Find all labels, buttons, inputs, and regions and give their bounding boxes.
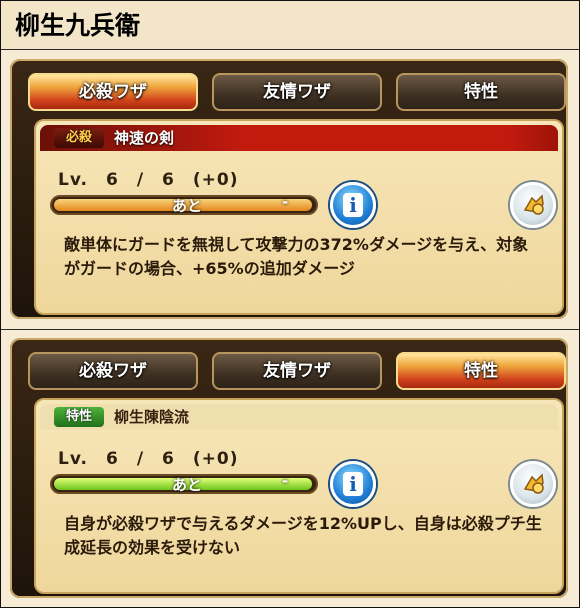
skill-header-bar: 特性 柳生陳陰流: [40, 404, 558, 430]
skill-name: 神速の剣: [114, 129, 175, 147]
skill-panel: 必殺ワザ 友情ワザ 特性 特性 柳生陳陰流 Lv. 6 / 6 (+0) あと …: [10, 338, 568, 598]
gauge-remaining-value: -: [282, 472, 289, 490]
level-text: Lv. 6 / 6 (+0): [58, 449, 239, 469]
skill-description: 自身が必殺ワザで与えるダメージを12%UPし、自身は必殺プチ生成延長の効果を受け…: [64, 514, 542, 557]
gauge-remaining-label: あと: [172, 476, 203, 494]
power-up-button[interactable]: [510, 461, 556, 507]
tab-special[interactable]: 必殺ワザ: [28, 352, 198, 390]
skill-card: 特性 柳生陳陰流 Lv. 6 / 6 (+0) あと - i 自身が必殺ワザで与…: [34, 398, 564, 594]
info-icon: i: [343, 472, 363, 496]
info-button[interactable]: i: [330, 182, 376, 228]
skill-name: 柳生陳陰流: [114, 408, 190, 426]
skill-type-badge: 必殺: [54, 128, 104, 148]
info-icon: i: [343, 193, 363, 217]
tab-bar: 必殺ワザ 友情ワザ 特性: [24, 352, 574, 392]
tab-bar: 必殺ワザ 友情ワザ 特性: [24, 73, 574, 113]
skill-panel: 必殺ワザ 友情ワザ 特性 必殺 神速の剣 Lv. 6 / 6 (+0) あと -…: [10, 59, 568, 319]
power-up-button[interactable]: [510, 182, 556, 228]
tab-trait[interactable]: 特性: [396, 352, 566, 390]
skill-description: 敵単体にガードを無視して攻撃力の372%ダメージを与え、対象がガードの場合、+6…: [64, 235, 529, 278]
level-text: Lv. 6 / 6 (+0): [58, 170, 239, 190]
skill-section-2: 必殺ワザ 友情ワザ 特性 特性 柳生陳陰流 Lv. 6 / 6 (+0) あと …: [1, 329, 579, 607]
tab-friendship[interactable]: 友情ワザ: [212, 73, 382, 111]
page-title: 柳生九兵衛: [1, 1, 579, 50]
skill-section-1: 必殺ワザ 友情ワザ 特性 必殺 神速の剣 Lv. 6 / 6 (+0) あと -…: [1, 51, 579, 328]
tab-friendship[interactable]: 友情ワザ: [212, 352, 382, 390]
tab-trait[interactable]: 特性: [396, 73, 566, 111]
gauge-remaining-value: -: [282, 193, 289, 211]
level-gauge: あと -: [50, 193, 318, 215]
skill-type-badge: 特性: [54, 407, 104, 427]
gauge-remaining-label: あと: [172, 197, 203, 215]
skill-header-bar: 必殺 神速の剣: [40, 125, 558, 151]
screen: 柳生九兵衛 必殺ワザ 友情ワザ 特性 必殺 神速の剣 Lv. 6 / 6 (+0…: [0, 0, 580, 608]
info-button[interactable]: i: [330, 461, 376, 507]
power-icon: [523, 194, 544, 215]
level-gauge: あと -: [50, 472, 318, 494]
tab-special[interactable]: 必殺ワザ: [28, 73, 198, 111]
skill-card: 必殺 神速の剣 Lv. 6 / 6 (+0) あと - i 敵単体にガードを無視…: [34, 119, 564, 315]
power-icon: [523, 473, 544, 494]
